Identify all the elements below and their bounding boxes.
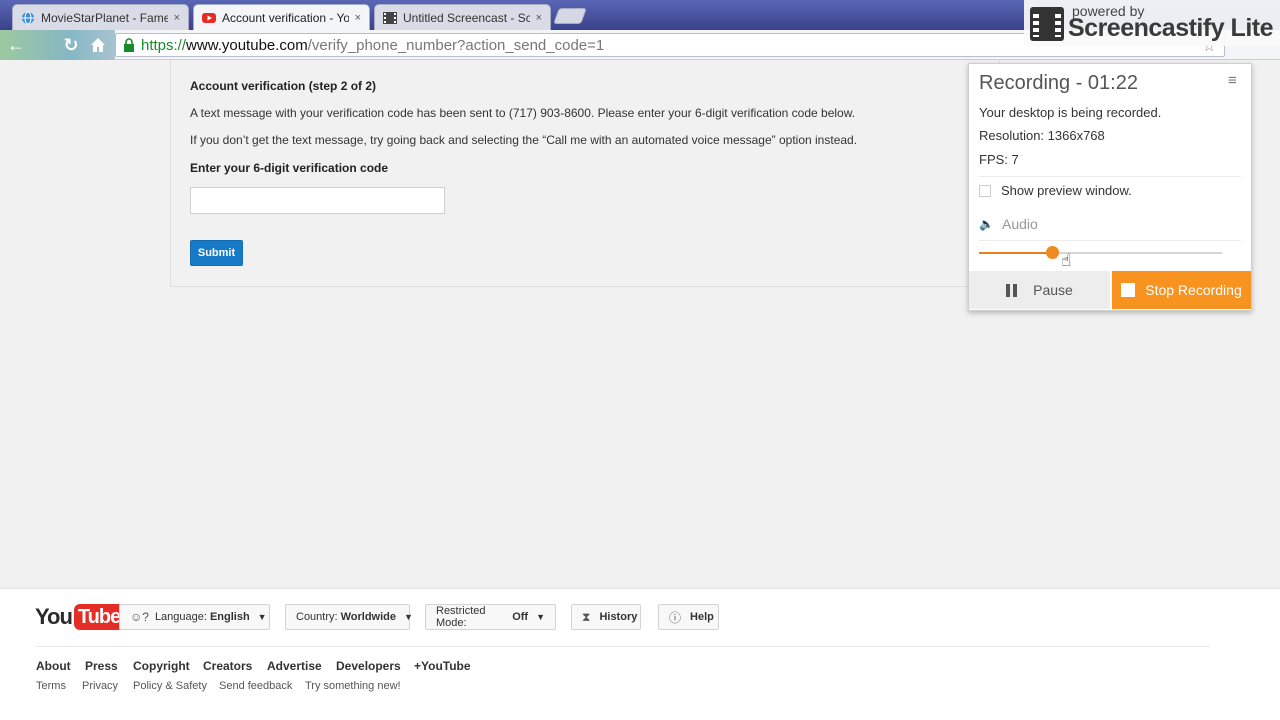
tab-close-icon[interactable]: × bbox=[536, 12, 542, 24]
film-icon bbox=[1030, 7, 1064, 41]
audio-label: Audio bbox=[1002, 216, 1038, 232]
footer-link-policy-safety[interactable]: Policy & Safety bbox=[133, 680, 207, 692]
caret-down-icon: ▼ bbox=[404, 612, 413, 622]
country-prefix: Country: bbox=[296, 611, 338, 623]
slider-fill bbox=[979, 252, 1052, 254]
footer-link-privacy[interactable]: Privacy bbox=[82, 680, 118, 692]
stop-recording-button[interactable]: Stop Recording bbox=[1112, 271, 1251, 309]
restricted-prefix: Restricted Mode: bbox=[436, 605, 486, 629]
pause-label: Pause bbox=[1033, 282, 1073, 298]
language-value: English bbox=[209, 611, 250, 623]
preview-checkbox[interactable] bbox=[979, 185, 991, 197]
tab-untitled-screencast[interactable]: Untitled Screencast - Sc × bbox=[374, 4, 551, 30]
reload-icon[interactable]: ↻ bbox=[60, 34, 82, 56]
country-value: Worldwide bbox=[340, 611, 396, 623]
stop-icon bbox=[1121, 283, 1136, 297]
footer-link-terms[interactable]: Terms bbox=[36, 680, 66, 692]
people-question-icon: ☺? bbox=[130, 610, 149, 624]
help-icon: ⓘ bbox=[669, 610, 682, 625]
tab-moviestarplanet[interactable]: MovieStarPlanet - Fame × bbox=[12, 4, 189, 30]
help-button[interactable]: ⓘ Help bbox=[658, 604, 719, 630]
caret-down-icon: ▼ bbox=[536, 612, 545, 622]
back-arrow-icon[interactable]: ← bbox=[5, 34, 27, 56]
pause-button[interactable]: Pause bbox=[969, 271, 1110, 309]
footer-link-press[interactable]: Press bbox=[85, 659, 118, 673]
caret-down-icon: ▼ bbox=[257, 612, 267, 622]
verification-code-input[interactable] bbox=[190, 187, 445, 214]
footer-link-copyright[interactable]: Copyright bbox=[133, 659, 190, 673]
speaker-icon: 🔈 bbox=[979, 217, 994, 231]
footer-link-developers[interactable]: Developers bbox=[336, 659, 401, 673]
new-tab-button[interactable] bbox=[553, 8, 587, 24]
recording-fps: FPS: 7 bbox=[979, 152, 1019, 167]
logo-tube: Tube bbox=[73, 604, 125, 630]
tab-title: Untitled Screencast - Sc bbox=[403, 10, 530, 25]
fallback-message: If you don’t get the text message, try g… bbox=[190, 133, 858, 147]
language-picker[interactable]: ☺? Language: English ▼ bbox=[119, 604, 270, 630]
recording-status: Your desktop is being recorded. bbox=[979, 105, 1162, 120]
tab-account-verification[interactable]: Account verification - Yo × bbox=[193, 4, 370, 30]
tab-close-icon[interactable]: × bbox=[174, 12, 180, 24]
footer-link-try-something-new[interactable]: Try something new! bbox=[305, 680, 401, 692]
history-label: History bbox=[599, 611, 638, 623]
footer-link-creators[interactable]: Creators bbox=[203, 659, 252, 673]
screencastify-brand: Screencastify Lite bbox=[1068, 14, 1274, 42]
logo-you: You bbox=[35, 604, 73, 629]
home-icon[interactable] bbox=[87, 34, 109, 56]
sent-message: A text message with your verification co… bbox=[190, 106, 856, 120]
tab-title: Account verification - Yo bbox=[222, 10, 349, 25]
url-path: /verify_phone_number?action_send_code=1 bbox=[307, 36, 605, 54]
pause-icon bbox=[1006, 283, 1018, 297]
tab-close-icon[interactable]: × bbox=[355, 12, 361, 24]
preview-label: Show preview window. bbox=[1001, 183, 1132, 198]
help-label: Help bbox=[690, 611, 714, 623]
page-title: Account verification (step 2 of 2) bbox=[190, 79, 377, 93]
history-button[interactable]: ⧗ History bbox=[571, 604, 641, 630]
tab-title: MovieStarPlanet - Fame bbox=[41, 10, 168, 25]
bottom-strip bbox=[0, 716, 1280, 720]
lock-icon bbox=[124, 38, 134, 52]
recording-title: Recording - 01:22 bbox=[979, 72, 1138, 94]
slider-handle[interactable] bbox=[1045, 246, 1059, 259]
footer-link-about[interactable]: About bbox=[36, 659, 71, 673]
stop-label: Stop Recording bbox=[1145, 282, 1242, 298]
recording-resolution: Resolution: 1366x768 bbox=[979, 128, 1105, 143]
language-prefix: Language: bbox=[154, 611, 207, 623]
restricted-mode-picker[interactable]: Restricted Mode: Off ▼ bbox=[425, 604, 556, 630]
country-picker[interactable]: Country: Worldwide ▼ bbox=[285, 604, 413, 630]
footer-link-send-feedback[interactable]: Send feedback bbox=[219, 680, 292, 692]
youtube-logo[interactable]: You Tube bbox=[35, 603, 125, 631]
youtube-icon bbox=[202, 12, 216, 23]
hourglass-icon: ⧗ bbox=[582, 609, 591, 624]
hand-cursor-icon: ☝ bbox=[1061, 251, 1072, 270]
url-scheme: https:// bbox=[141, 36, 187, 54]
footer-link-advertise[interactable]: Advertise bbox=[267, 659, 322, 673]
audio-volume-slider[interactable] bbox=[979, 246, 1222, 259]
restricted-value: Off bbox=[512, 611, 529, 623]
globe-icon bbox=[22, 11, 34, 24]
code-label: Enter your 6-digit verification code bbox=[190, 161, 389, 175]
hamburger-menu-icon[interactable]: ≡ bbox=[1228, 72, 1237, 89]
film-icon bbox=[383, 11, 397, 24]
url-host: www.youtube.com bbox=[186, 36, 308, 54]
submit-button[interactable]: Submit bbox=[190, 240, 243, 266]
popup-divider bbox=[979, 176, 1241, 177]
popup-divider bbox=[979, 240, 1241, 241]
footer-divider bbox=[35, 646, 1210, 647]
footer-link-plus-youtube[interactable]: +YouTube bbox=[414, 659, 471, 673]
house-shape bbox=[91, 38, 105, 52]
